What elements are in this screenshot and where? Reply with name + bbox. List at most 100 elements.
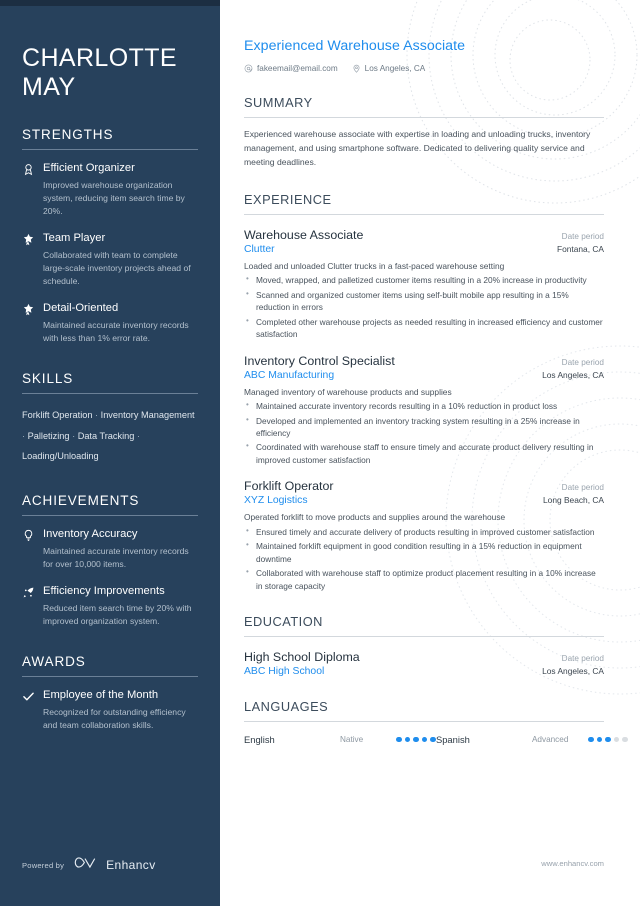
strength-title: Detail-Oriented <box>43 301 119 314</box>
section-languages: LANGUAGES English Native Spanish Advance… <box>244 699 628 745</box>
job-bullets: Ensured timely and accurate delivery of … <box>244 525 604 592</box>
job-date: Date period <box>561 231 604 241</box>
summary-text: Experienced warehouse associate with exp… <box>244 129 591 167</box>
section-heading-experience: EXPERIENCE <box>244 191 332 207</box>
site-url: www.enhancv.com <box>541 859 604 868</box>
section-heading-skills: SKILLS <box>22 370 74 386</box>
job-summary: Managed inventory of warehouse products … <box>244 386 452 397</box>
contact-location-value: Los Angeles, CA <box>364 64 426 73</box>
language-name: Spanish <box>435 734 470 746</box>
job-location: Fontana, CA <box>556 243 604 254</box>
entry-title-row: High School Diploma Date period <box>244 650 604 664</box>
skill-separator: · <box>134 430 140 441</box>
education-entry: High School Diploma Date period ABC High… <box>244 650 604 677</box>
powered-by-label: Powered by <box>22 860 65 870</box>
main-content: Experienced Warehouse Associate fakeemai… <box>220 0 640 906</box>
language-item: Spanish Advanced <box>436 734 628 745</box>
proficiency-dot <box>587 736 594 743</box>
experience-bullet: Coordinated with warehouse staff to ensu… <box>244 440 604 466</box>
entry-title-row: Forklift Operator Date period <box>244 479 604 493</box>
divider <box>244 117 604 118</box>
entry-title-row: Warehouse Associate Date period <box>244 228 604 242</box>
job-title: Forklift Operator <box>244 479 334 494</box>
section-heading-education: EDUCATION <box>244 614 323 630</box>
headline: Experienced Warehouse Associate <box>244 38 466 54</box>
skill-item: Data Tracking <box>77 430 135 441</box>
strength-title: Team Player <box>43 231 106 244</box>
experience-entry: Warehouse Associate Date period Clutter … <box>244 228 604 341</box>
proficiency-dot <box>404 736 411 743</box>
language-name: English <box>244 734 275 746</box>
achievement-desc: Maintained accurate inventory records fo… <box>43 545 189 569</box>
star-badge-icon <box>22 231 36 288</box>
proficiency-dot <box>622 736 628 743</box>
experience-bullet: Collaborated with warehouse staff to opt… <box>244 566 604 592</box>
job-bullets: Moved, wrapped, and palletized customer … <box>244 273 604 340</box>
section-heading-summary: SUMMARY <box>244 95 313 110</box>
strength-title: Efficient Organizer <box>43 162 135 174</box>
job-company[interactable]: Clutter <box>244 244 275 255</box>
strength-item: Detail-Oriented Maintained accurate inve… <box>22 301 198 345</box>
brand-name: Enhancv <box>106 858 156 872</box>
divider <box>244 213 604 215</box>
skill-item: Inventory Management <box>100 409 195 420</box>
proficiency-dot <box>605 736 611 743</box>
achievement-title: Inventory Accuracy <box>43 527 138 540</box>
name-line-2: MAY <box>22 72 76 101</box>
experience-bullet: Scanned and organized customer items usi… <box>244 288 604 314</box>
proficiency-dots <box>396 736 436 743</box>
divider <box>22 392 198 394</box>
skill-item: Loading/Unloading <box>22 451 99 462</box>
strength-desc: Improved warehouse organization system, … <box>43 179 185 216</box>
section-skills: SKILLS Forklift Operation · Inventory Ma… <box>22 371 198 467</box>
job-company[interactable]: XYZ Logistics <box>244 495 308 506</box>
section-education: EDUCATION High School Diploma Date perio… <box>244 614 604 677</box>
sidebar-footer: Powered by Enhancv <box>22 856 156 874</box>
achievement-desc: Reduced item search time by 20% with imp… <box>43 602 192 626</box>
divider <box>22 149 198 150</box>
job-title: Warehouse Associate <box>244 227 364 242</box>
section-heading-strengths: STRENGTHS <box>22 127 114 142</box>
skill-separator: · <box>92 409 101 420</box>
job-company[interactable]: ABC Manufacturing <box>244 370 334 381</box>
job-title: Inventory Control Specialist <box>244 353 395 368</box>
achievement-item: Inventory Accuracy Maintained accurate i… <box>22 527 198 571</box>
language-item: English Native <box>244 734 436 745</box>
candidate-name: CHARLOTTE MAY <box>22 44 198 101</box>
contact-email-value: fakeemail@email.com <box>257 64 338 73</box>
experience-entry: Inventory Control Specialist Date period… <box>244 354 604 467</box>
job-date: Date period <box>561 483 604 493</box>
skill-item: Palletizing <box>27 430 70 441</box>
divider <box>244 636 604 638</box>
school-location: Los Angeles, CA <box>542 666 604 677</box>
experience-bullet: Maintained forklift equipment in good co… <box>244 539 604 565</box>
section-awards: AWARDS Employee of the Month Recognized … <box>22 654 198 732</box>
experience-bullet: Moved, wrapped, and palletized customer … <box>244 273 604 286</box>
experience-list: Warehouse Associate Date period Clutter … <box>244 228 604 592</box>
lightbulb-icon <box>22 527 36 571</box>
award-medal-icon <box>22 161 36 218</box>
experience-bullet: Ensured timely and accurate delivery of … <box>244 525 604 538</box>
proficiency-dot <box>596 736 603 743</box>
strength-item: Team Player Collaborated with team to co… <box>22 231 198 288</box>
resume-page: CHARLOTTE MAY STRENGTHS Efficient Organi… <box>0 0 640 906</box>
section-heading-awards: AWARDS <box>22 653 86 669</box>
section-achievements: ACHIEVEMENTS Inventory Accuracy Maintain… <box>22 493 198 628</box>
strength-desc: Collaborated with team to complete large… <box>43 249 191 286</box>
contact-location: Los Angeles, CA <box>352 64 426 73</box>
achievement-title: Efficiency Improvements <box>43 584 165 597</box>
rocket-icon <box>22 584 36 628</box>
proficiency-dot <box>396 736 402 743</box>
entry-title-row: Inventory Control Specialist Date period <box>244 354 604 368</box>
entry-org-row: ABC High School Los Angeles, CA <box>244 664 604 677</box>
proficiency-dot <box>421 736 428 743</box>
experience-entry: Forklift Operator Date period XYZ Logist… <box>244 479 604 592</box>
contact-email[interactable]: fakeemail@email.com <box>244 64 338 73</box>
divider <box>244 721 604 723</box>
sidebar: CHARLOTTE MAY STRENGTHS Efficient Organi… <box>0 0 220 906</box>
check-icon <box>22 688 36 732</box>
degree-date: Date period <box>561 654 604 664</box>
entry-org-row: ABC Manufacturing Los Angeles, CA <box>244 368 604 381</box>
school-name[interactable]: ABC High School <box>244 666 324 677</box>
skills-list: Forklift Operation · Inventory Managemen… <box>22 405 198 467</box>
